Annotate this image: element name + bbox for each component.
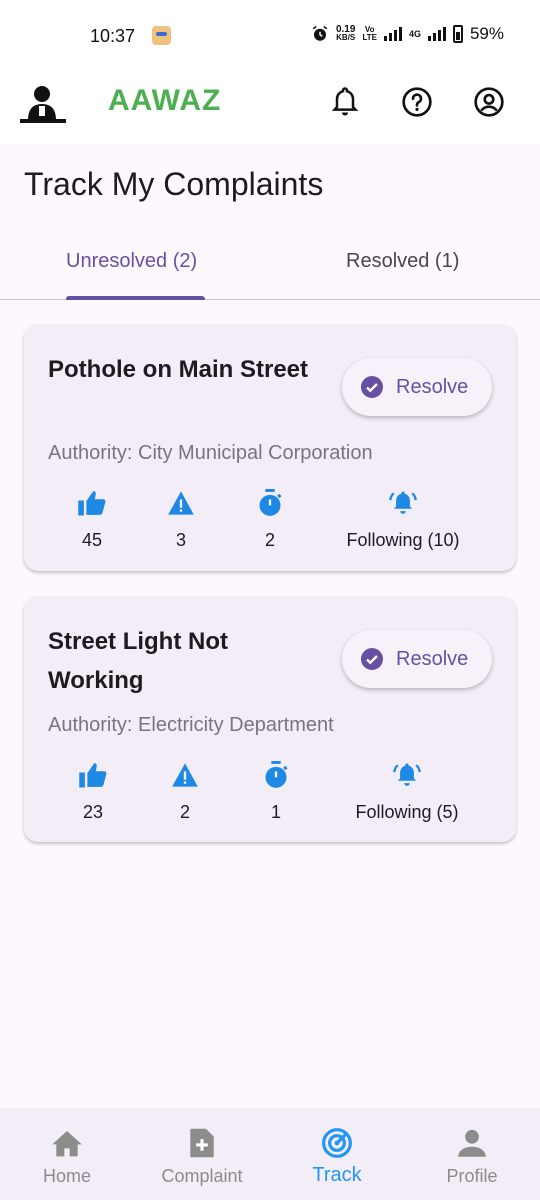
- follow-count: Following (10): [346, 530, 460, 550]
- help-button[interactable]: [399, 84, 435, 120]
- nav-label: Home: [42, 1166, 91, 1186]
- person-icon: [458, 1129, 486, 1157]
- tab-bar: Unresolved (2) Resolved (1): [0, 234, 540, 300]
- notifications-active-icon: [393, 763, 421, 786]
- help-icon: [402, 87, 432, 117]
- follow-stat[interactable]: Following (5): [327, 760, 487, 823]
- status-indicators: 0.19 KB/S Vo LTE 4G 59%: [311, 24, 504, 44]
- signal-icon-2: [427, 27, 446, 41]
- app-notification-icon: [152, 26, 171, 45]
- resolve-button[interactable]: Resolve: [342, 358, 492, 416]
- timer-stat[interactable]: 2: [240, 488, 300, 551]
- track-radar-icon: [322, 1128, 352, 1158]
- complaint-authority: Authority: City Municipal Corporation: [48, 442, 373, 464]
- complaint-card[interactable]: Pothole on Main Street Resolve Authority…: [24, 324, 516, 571]
- signal-icon: [383, 27, 402, 41]
- complaint-title: Pothole on Main Street: [48, 356, 309, 383]
- warning-count: 2: [179, 802, 190, 822]
- notifications-active-icon: [389, 491, 417, 514]
- app-brand: AAWAZ: [108, 84, 222, 117]
- logo-icon: [20, 86, 66, 123]
- tab-unresolved[interactable]: Unresolved (2): [66, 250, 197, 273]
- battery-level: 59%: [469, 24, 504, 43]
- nav-label: Track: [312, 1164, 362, 1186]
- battery-icon: [452, 25, 463, 43]
- follow-stat[interactable]: Following (10): [323, 488, 483, 551]
- upvote-count: 45: [81, 530, 103, 550]
- add-document-icon: [190, 1128, 214, 1158]
- thumb-up-icon: [79, 763, 107, 788]
- warning-stat[interactable]: 2: [155, 760, 215, 823]
- status-time: 10:37: [90, 26, 136, 46]
- nav-label: Complaint: [161, 1166, 243, 1186]
- app-bar: AAWAZ: [0, 72, 540, 144]
- timer-count: 2: [264, 530, 275, 550]
- warning-icon: [168, 491, 194, 515]
- nav-home[interactable]: Home: [7, 1126, 127, 1187]
- complaint-authority: Authority: Electricity Department: [48, 714, 334, 736]
- notifications-icon: [331, 87, 359, 116]
- bottom-nav: Home Complaint Track Profile: [0, 1108, 540, 1200]
- complaint-title: Street Light Not Working: [48, 628, 228, 694]
- resolve-label: Resolve: [396, 375, 469, 398]
- tab-resolved[interactable]: Resolved (1): [346, 250, 459, 273]
- warning-stat[interactable]: 3: [151, 488, 211, 551]
- network-type: 4G: [408, 29, 421, 39]
- warning-icon: [172, 763, 198, 787]
- resolve-button[interactable]: Resolve: [342, 630, 492, 688]
- nav-complaint[interactable]: Complaint: [142, 1126, 262, 1187]
- check-circle-icon: [361, 648, 383, 670]
- home-icon: [52, 1131, 82, 1157]
- tab-indicator: [66, 296, 205, 300]
- follow-count: Following (5): [355, 802, 459, 822]
- timer-stat[interactable]: 1: [246, 760, 306, 823]
- account-button[interactable]: [471, 84, 507, 120]
- nav-label: Profile: [446, 1166, 498, 1186]
- net-speed: 0.19 KB/S: [335, 24, 356, 42]
- page-title: Track My Complaints: [24, 166, 324, 202]
- resolve-label: Resolve: [396, 647, 469, 670]
- volte-indicator: Vo LTE: [362, 25, 377, 42]
- upvote-stat[interactable]: 45: [62, 488, 122, 551]
- check-circle-icon: [361, 376, 383, 398]
- notifications-button[interactable]: [327, 84, 363, 120]
- upvote-stat[interactable]: 23: [63, 760, 123, 823]
- account-icon: [474, 87, 504, 117]
- timer-icon: [265, 761, 288, 788]
- nav-profile[interactable]: Profile: [412, 1126, 532, 1187]
- timer-count: 1: [270, 802, 281, 822]
- timer-icon: [259, 489, 282, 516]
- nav-track[interactable]: Track: [277, 1126, 397, 1187]
- complaint-card[interactable]: Street Light Not Working Resolve Authori…: [24, 596, 516, 842]
- upvote-count: 23: [82, 802, 104, 822]
- alarm-icon: [312, 25, 328, 41]
- warning-count: 3: [175, 530, 186, 550]
- status-bar: 10:37 0.19 KB/S Vo LTE 4G 59%: [0, 0, 540, 72]
- thumb-up-icon: [78, 491, 106, 516]
